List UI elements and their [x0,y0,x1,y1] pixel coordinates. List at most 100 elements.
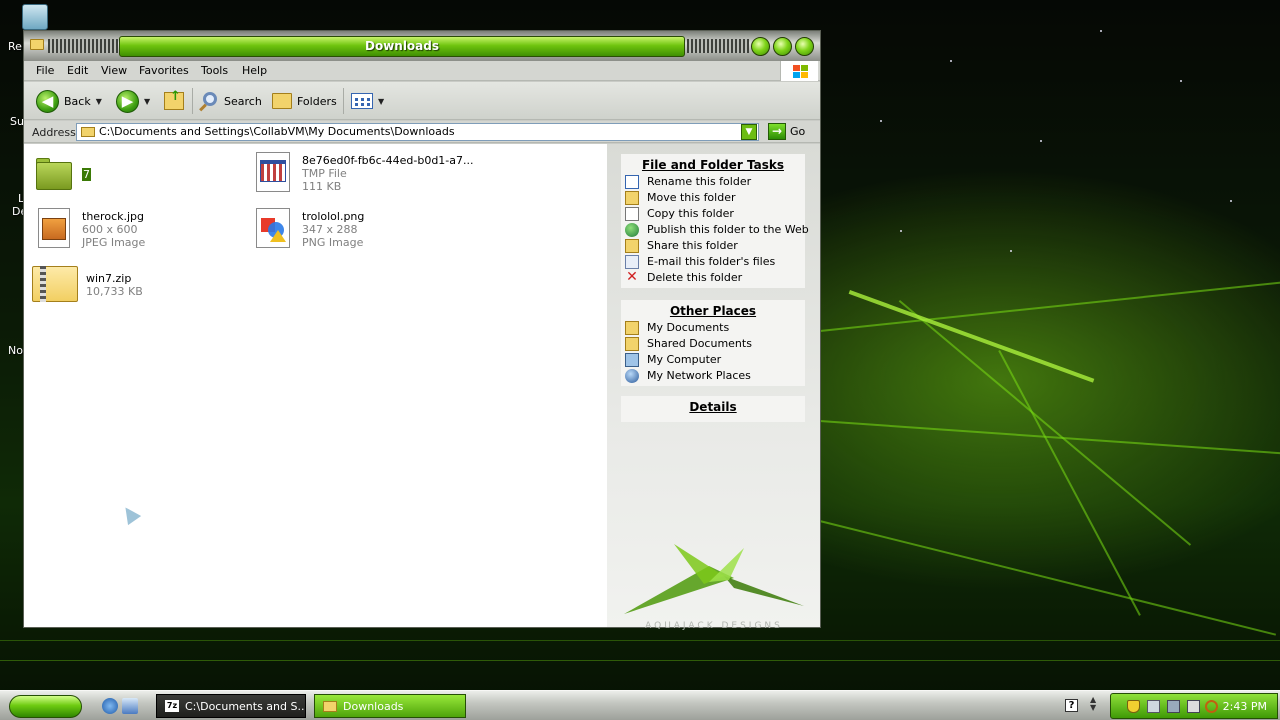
file-item[interactable]: win7.zip 10,733 KB [30,262,143,302]
menu-edit[interactable]: Edit [67,64,88,77]
place-shared-documents[interactable]: Shared Documents [621,336,805,352]
network-icon[interactable] [1147,700,1160,713]
task-share-folder[interactable]: Share this folder [621,238,805,254]
search-icon[interactable] [1205,700,1218,713]
file-name[interactable]: trololol.png [302,210,364,223]
panel-title[interactable]: File and Folder Tasks [621,158,805,172]
security-shield-icon[interactable] [1127,700,1140,713]
place-label: My Documents [647,321,730,334]
desktop-icon-label[interactable]: No [8,344,23,357]
forward-arrow-icon: ▶ [116,89,139,113]
menu-view[interactable]: View [101,64,127,77]
file-list[interactable]: 7 8e76ed0f-fb6c-44ed-b0d1-a7... TMP File… [24,144,607,627]
help-icon[interactable]: ? [1065,699,1078,712]
other-places-panel: Other Places My Documents Shared Documen… [621,300,805,386]
menu-bar: File Edit View Favorites Tools Help [24,61,820,81]
folder-icon [34,154,74,194]
start-button[interactable] [9,695,82,718]
menu-help[interactable]: Help [242,64,267,77]
file-type: PNG Image [302,236,364,249]
back-button[interactable]: ◀ Back ▼ [36,89,102,113]
chevron-down-icon[interactable]: ▼ [96,97,102,106]
search-label: Search [224,94,262,108]
windows-flag-icon [780,61,818,81]
address-label: Address [32,126,76,139]
back-label: Back [64,94,91,108]
folder-icon [323,700,337,712]
menu-file[interactable]: File [36,64,54,77]
taskbar-item-command-window[interactable]: 7z C:\Documents and S... [156,694,306,718]
show-desktop-icon[interactable] [122,698,138,714]
file-item[interactable]: trololol.png 347 x 288 PNG Image [254,208,364,249]
file-item[interactable]: 7 [34,154,91,194]
close-button[interactable] [795,37,814,56]
go-arrow-icon: → [768,123,786,140]
task-rename-folder[interactable]: Rename this folder [621,174,805,190]
safely-remove-hardware-icon[interactable] [1167,700,1180,713]
title-bar[interactable]: Downloads [24,31,820,61]
file-size: 10,733 KB [86,285,143,298]
panel-title[interactable]: Other Places [621,304,805,318]
place-my-network-places[interactable]: My Network Places [621,368,805,384]
search-button[interactable]: Search [199,89,262,113]
jpeg-image-icon [34,208,74,248]
panel-title[interactable]: Details [621,400,805,414]
address-bar: Address C:\Documents and Settings\Collab… [24,121,820,143]
go-button[interactable]: → Go [768,123,805,140]
file-name[interactable]: win7.zip [86,272,143,285]
minimize-button[interactable] [751,37,770,56]
task-move-folder[interactable]: Move this folder [621,190,805,206]
clock: 2:43 PM [1222,700,1267,713]
address-input[interactable]: C:\Documents and Settings\CollabVM\My Do… [76,123,759,141]
chevron-down-icon[interactable]: ▼ [741,124,757,140]
tmp-file-icon [254,152,294,192]
folders-button[interactable]: Folders [272,89,337,113]
file-size: 111 KB [302,180,342,193]
file-dimensions: 600 x 600 [82,223,138,236]
menu-tools[interactable]: Tools [201,64,228,77]
maximize-button[interactable] [773,37,792,56]
recycle-bin-icon[interactable] [22,4,48,30]
folder-icon [30,39,44,50]
task-email-files[interactable]: E-mail this folder's files [621,254,805,270]
file-item[interactable]: therock.jpg 600 x 600 JPEG Image [34,208,145,249]
place-my-documents[interactable]: My Documents [621,320,805,336]
title-grip [48,39,118,53]
task-delete-folder[interactable]: ✕ Delete this folder [621,270,805,286]
task-copy-folder[interactable]: Copy this folder [621,206,805,222]
forward-button[interactable]: ▶ ▼ [116,89,150,113]
taskbar-item-label: C:\Documents and S... [185,699,306,713]
volume-icon[interactable] [1187,700,1200,713]
file-name[interactable]: therock.jpg [82,210,145,223]
place-my-computer[interactable]: My Computer [621,352,805,368]
taskbar-item-downloads[interactable]: Downloads [314,694,466,718]
file-item[interactable]: 8e76ed0f-fb6c-44ed-b0d1-a7... TMP File 1… [254,152,474,193]
up-folder-button[interactable]: ↑ [164,89,184,113]
back-arrow-icon: ◀ [36,89,59,113]
task-pane: File and Folder Tasks Rename this folder… [607,144,820,631]
task-publish-folder[interactable]: Publish this folder to the Web [621,222,809,238]
place-label: My Network Places [647,369,751,382]
file-type: TMP File [302,167,347,180]
menu-favorites[interactable]: Favorites [139,64,189,77]
chevron-down-icon[interactable]: ▼ [144,97,150,106]
window-title: Downloads [119,36,685,57]
chevron-up-icon[interactable]: ▲ ▼ [1090,696,1096,712]
rename-icon [625,175,639,189]
file-name[interactable]: 7 [82,168,91,181]
watermark-text: AQUAJACK DESIGNS [645,621,783,631]
task-label: Copy this folder [647,207,734,220]
copy-icon [625,207,639,221]
file-name[interactable]: 8e76ed0f-fb6c-44ed-b0d1-a7... [302,154,474,167]
chevron-down-icon[interactable]: ▼ [378,97,384,106]
views-button[interactable]: ▼ [351,89,384,113]
internet-explorer-icon[interactable] [102,698,118,714]
desktop-icon-label[interactable]: Re [8,40,22,53]
desktop-icon-label[interactable]: Su [10,115,24,128]
email-icon [625,255,639,269]
toolbar: ◀ Back ▼ ▶ ▼ ↑ Search Folders ▼ [24,82,820,120]
address-path: C:\Documents and Settings\CollabVM\My Do… [99,125,455,138]
seven-zip-icon: 7z [165,700,179,712]
place-label: Shared Documents [647,337,752,350]
details-panel: Details [621,396,805,422]
